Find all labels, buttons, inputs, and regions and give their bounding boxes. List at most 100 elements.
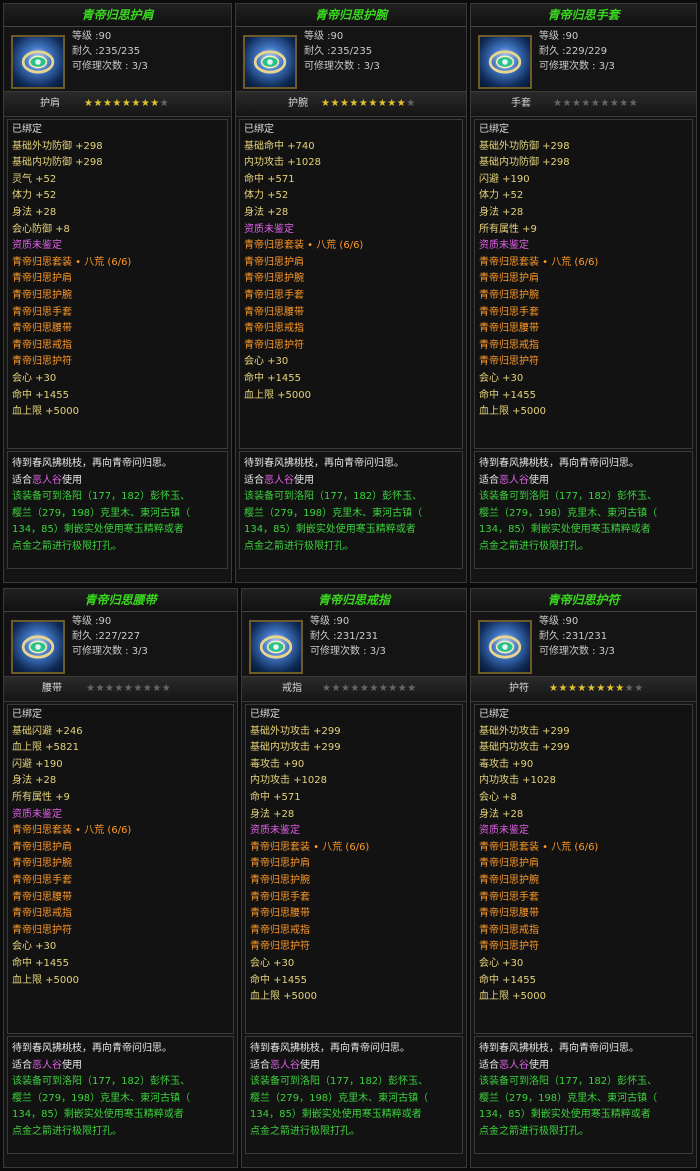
set-bonus-line: 命中 +1455 <box>12 389 70 401</box>
star-filled-icon: ★ <box>93 98 103 109</box>
star-empty-icon: ★ <box>152 683 162 694</box>
item-name: 青帝归思护腕 <box>236 4 466 27</box>
item-attributes: 已绑定 基础外功攻击 +299 基础内功攻击 +299 毒攻击 +90 内功攻击 +1… <box>474 704 693 1034</box>
item-level: 等级 :90 <box>304 31 344 42</box>
belt-icon[interactable] <box>11 620 65 674</box>
desc-line-5: 134，85）剩嵌实处使用寒玉精粹或者 <box>479 1109 651 1121</box>
gloves-icon[interactable] <box>478 35 532 89</box>
star-empty-icon: ★ <box>114 683 124 694</box>
ring-icon[interactable] <box>249 620 303 674</box>
item-type-bar: 戒指 ★★★★★★★★★★ <box>242 677 466 702</box>
star-filled-icon: ★ <box>358 98 369 109</box>
set-piece-line: 青帝归思腰带 <box>479 323 539 335</box>
desc-suit-school: 恶人谷 <box>32 474 62 486</box>
star-empty-icon: ★ <box>133 683 143 694</box>
set-bonus-line: 命中 +1455 <box>250 974 308 986</box>
star-empty-icon: ★ <box>350 683 360 694</box>
item-durability: 耐久 :227/227 <box>72 631 141 642</box>
set-piece-line: 青帝归思手套 <box>250 891 310 903</box>
desc-line-6: 点金之箭进行极限打孔。 <box>479 1125 589 1137</box>
desc-line-5: 134，85）剩嵌实处使用寒玉精粹或者 <box>250 1109 422 1121</box>
item-attr-list: 基础命中 +740 内功攻击 +1028 命中 +571 体力 +52 身法 +28 <box>244 139 458 222</box>
set-piece-line: 青帝归思腰带 <box>12 891 72 903</box>
item-star-rating: ★★★★★★★★★ <box>84 92 169 116</box>
star-filled-icon: ★ <box>339 98 350 109</box>
star-filled-icon: ★ <box>396 98 407 109</box>
item-attr-list: 基础外功攻击 +299 基础内功攻击 +299 毒攻击 +90 内功攻击 +1028 会… <box>479 724 688 824</box>
desc-suit-suffix: 使用 <box>529 474 549 486</box>
star-filled-icon: ★ <box>131 98 141 109</box>
set-piece-line: 青帝归思护腕 <box>244 273 304 285</box>
star-empty-icon: ★ <box>123 683 134 694</box>
star-empty-icon: ★ <box>634 683 644 694</box>
item-set-name: 青帝归思套装 • 八荒 (6/6) <box>479 841 599 853</box>
set-bonus-line: 会心 +30 <box>12 941 57 953</box>
star-empty-icon: ★ <box>161 683 172 694</box>
item-bound-status: 已绑定 <box>244 124 274 135</box>
attribute-line: 基础内功防御 +298 <box>12 157 103 169</box>
item-type: 护肩 <box>40 98 60 109</box>
attribute-line: 会心防御 +8 <box>12 223 70 235</box>
item-set-name: 青帝归思套装 • 八荒 (6/6) <box>12 256 132 268</box>
set-bonus-line: 血上限 +5000 <box>479 991 547 1003</box>
attribute-line: 会心 +8 <box>479 791 517 803</box>
item-attributes: 已绑定 基础外功攻击 +299 基础内功攻击 +299 毒攻击 +90 内功攻击 +1… <box>245 704 463 1034</box>
item-repair-count: 可修理次数 : 3/3 <box>539 61 615 72</box>
desc-flavor: 待到春风拂桃枝，再向青帝问归思。 <box>250 1043 410 1054</box>
star-empty-icon: ★ <box>562 98 572 109</box>
item-set-name: 青帝归思套装 • 八荒 (6/6) <box>12 825 132 837</box>
item-quality: 资质未鉴定 <box>12 808 62 820</box>
set-piece-line: 青帝归思戒指 <box>12 908 72 920</box>
set-piece-line: 青帝归思戒指 <box>479 924 539 936</box>
set-piece-line: 青帝归思护肩 <box>250 858 310 870</box>
bracer-icon[interactable] <box>243 35 297 89</box>
set-bonus-line: 命中 +1455 <box>479 389 537 401</box>
item-icon-art <box>21 635 55 659</box>
star-filled-icon: ★ <box>377 98 388 109</box>
attribute-line: 基础闪避 +246 <box>12 725 83 737</box>
item-set-pieces: 青帝归思护肩 青帝归思护腕 青帝归思手套 青帝归思腰带 青帝归思戒指 青帝归思护符 <box>479 271 688 371</box>
attribute-line: 基础外功防御 +298 <box>12 140 103 152</box>
desc-line-6: 点金之箭进行极限打孔。 <box>479 540 589 552</box>
shoulder-guard-icon[interactable] <box>11 35 65 89</box>
star-empty-icon: ★ <box>397 683 408 694</box>
amulet-icon[interactable] <box>478 620 532 674</box>
star-empty-icon: ★ <box>609 98 620 109</box>
item-bound-status: 已绑定 <box>479 709 509 720</box>
item-description: 待到春风拂桃枝，再向青帝问归思。 适合恶人谷使用 该装备可到洛阳（177，182… <box>245 1036 463 1154</box>
item-durability: 耐久 :235/235 <box>304 46 373 57</box>
set-bonus-line: 命中 +1455 <box>244 372 302 384</box>
star-empty-icon: ★ <box>406 98 416 109</box>
item-header: 等级 :90 耐久 :235/235 可修理次数 : 3/3 <box>4 27 231 92</box>
attribute-line: 内功攻击 +1028 <box>250 775 328 787</box>
item-icon-art <box>253 50 287 74</box>
attribute-line: 内功攻击 +1028 <box>244 157 322 169</box>
item-type-bar: 护符 ★★★★★★★★★★ <box>471 677 696 702</box>
star-filled-icon: ★ <box>615 683 625 694</box>
desc-suit-prefix: 适合 <box>12 474 32 486</box>
item-tooltip-2: 青帝归思护腕 等级 :90 耐久 :235/235 可修理次数 : 3/3 护腕… <box>235 3 467 583</box>
star-empty-icon: ★ <box>331 683 341 694</box>
set-piece-line: 青帝归思护腕 <box>479 289 539 301</box>
attribute-line: 体力 +52 <box>12 190 57 202</box>
set-piece-line: 青帝归思护腕 <box>479 874 539 886</box>
item-name: 青帝归思手套 <box>471 4 696 27</box>
item-basic-stats: 等级 :90 耐久 :235/235 可修理次数 : 3/3 <box>72 29 148 74</box>
desc-line-6: 点金之箭进行极限打孔。 <box>244 540 354 552</box>
item-set-bonus: 会心 +30 命中 +1455 血上限 +5000 <box>12 939 229 989</box>
set-piece-line: 青帝归思腰带 <box>12 323 72 335</box>
attribute-line: 闪避 +190 <box>12 758 63 770</box>
star-empty-icon: ★ <box>378 683 389 694</box>
desc-line-6: 点金之箭进行极限打孔。 <box>12 1125 122 1137</box>
set-bonus-line: 会心 +30 <box>479 372 524 384</box>
item-icon-art <box>488 635 522 659</box>
item-set-pieces: 青帝归思护肩 青帝归思护腕 青帝归思手套 青帝归思腰带 青帝归思戒指 青帝归思护符 <box>12 840 229 940</box>
desc-suit-school: 恶人谷 <box>264 474 294 486</box>
attribute-line: 基础命中 +740 <box>244 140 315 152</box>
item-description: 待到春风拂桃枝，再向青帝问归思。 适合恶人谷使用 该装备可到洛阳（177，182… <box>474 451 693 569</box>
star-empty-icon: ★ <box>619 98 629 109</box>
item-level: 等级 :90 <box>72 616 112 627</box>
item-type-bar: 腰带 ★★★★★★★★★ <box>4 677 237 702</box>
item-icon-art <box>259 635 293 659</box>
desc-line-3: 该装备可到洛阳（177，182）彭怀玉、 <box>12 491 191 503</box>
